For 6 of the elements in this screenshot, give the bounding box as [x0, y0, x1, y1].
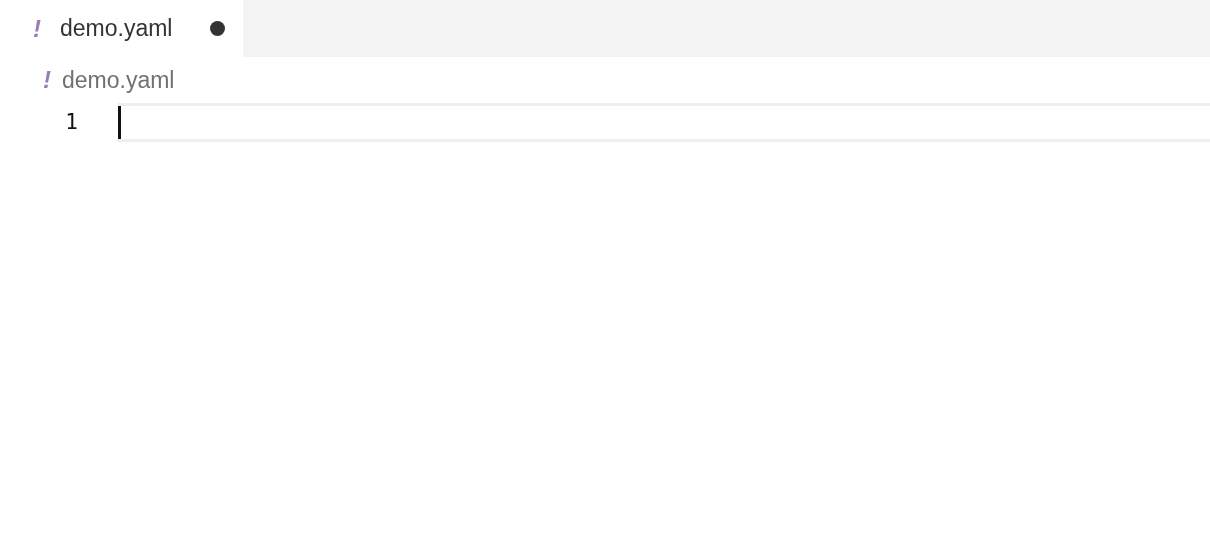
breadcrumb-item[interactable]: demo.yaml	[62, 62, 175, 98]
code-line[interactable]	[118, 103, 1210, 142]
text-cursor	[118, 106, 121, 139]
line-number: 1	[64, 108, 79, 136]
yaml-file-icon: !	[40, 62, 54, 98]
editor-tab[interactable]: ! demo.yaml	[0, 0, 244, 57]
